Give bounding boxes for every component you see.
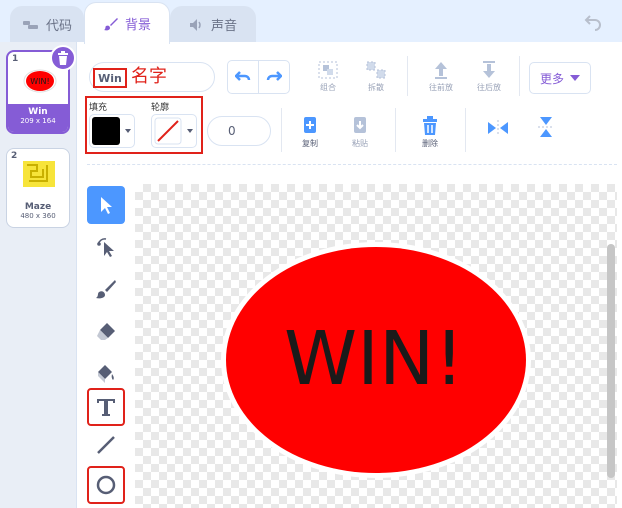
costume-size: 209 x 164 — [20, 117, 56, 125]
delete-costume-button[interactable] — [50, 45, 76, 71]
canvas-artwork: WIN! — [221, 242, 531, 478]
ungroup-button[interactable]: 拆散 — [361, 60, 391, 93]
outline-color-button[interactable] — [151, 114, 197, 148]
flip-vertical-icon — [538, 117, 554, 137]
costume-number: 1 — [12, 54, 19, 64]
flip-horizontal-button[interactable] — [485, 120, 511, 138]
tab-sounds[interactable]: 声音 — [170, 6, 256, 42]
no-color-swatch — [154, 117, 182, 145]
costume-item-maze[interactable]: 2 Maze 480 x 360 — [6, 148, 70, 228]
divider — [281, 108, 282, 152]
tab-backdrops-label: 背景 — [124, 18, 151, 33]
costume-label: Maze 480 x 360 — [7, 199, 69, 227]
divider — [395, 108, 396, 152]
drawing-canvas[interactable]: WIN! — [135, 184, 617, 508]
divider — [407, 56, 408, 96]
bucket-icon — [98, 365, 114, 383]
win-text[interactable]: WIN! — [284, 316, 464, 402]
fill-swatch — [92, 117, 120, 145]
eraser-icon — [97, 323, 115, 340]
group-icon — [318, 61, 338, 79]
ungroup-label: 拆散 — [368, 83, 384, 92]
costume-size: 480 x 360 — [20, 212, 56, 220]
arrow-down-icon — [483, 61, 495, 78]
name-annotation: 名字 — [131, 66, 167, 87]
pointer-icon — [101, 197, 112, 214]
ungroup-icon — [366, 61, 386, 79]
toolbar-divider — [87, 164, 617, 165]
brush-icon — [103, 17, 118, 30]
costume-list: 1 WIN! Win 209 x 164 2 Maze 480 x 360 — [0, 42, 76, 508]
fill-tool[interactable] — [87, 354, 125, 392]
trash-icon — [423, 116, 437, 135]
tab-backdrops[interactable]: 背景 — [84, 2, 170, 44]
select-tool[interactable] — [87, 186, 125, 224]
paste-icon — [354, 117, 366, 133]
group-button[interactable]: 组合 — [313, 60, 343, 93]
delete-button[interactable]: 删除 — [415, 116, 445, 149]
circle-tool[interactable] — [87, 466, 125, 504]
brush-tool[interactable] — [87, 270, 125, 308]
text-tool[interactable] — [87, 388, 125, 426]
costume-thumbnail: WIN! — [18, 66, 62, 96]
fill-color-button[interactable] — [89, 114, 135, 148]
costume-name-input[interactable]: Win — [93, 68, 127, 88]
trash-icon — [58, 51, 68, 65]
copy-icon — [304, 117, 316, 133]
line-icon — [97, 436, 115, 454]
caret-down-icon — [570, 75, 580, 81]
costume-name: Maze — [24, 202, 52, 212]
thumb-text: WIN! — [30, 77, 49, 86]
delete-label: 删除 — [422, 139, 438, 148]
paste-label: 粘贴 — [352, 139, 368, 148]
tab-code-label: 代码 — [45, 19, 72, 34]
undo-button[interactable] — [227, 60, 259, 94]
outline-label: 轮廓 — [151, 103, 170, 113]
backward-button[interactable]: 往后放 — [471, 60, 507, 93]
costume-thumbnail — [17, 159, 61, 189]
tab-code[interactable]: 代码 — [10, 6, 84, 42]
reshape-icon — [97, 238, 114, 257]
fill-label: 填充 — [89, 103, 108, 113]
costume-name: Win — [28, 107, 48, 117]
line-tool[interactable] — [87, 426, 125, 464]
divider — [519, 56, 520, 96]
speaker-icon — [189, 18, 201, 31]
caret-down-icon — [187, 129, 193, 133]
global-undo-button[interactable] — [584, 12, 604, 36]
redo-icon — [266, 71, 282, 81]
tab-sounds-label: 声音 — [210, 19, 237, 34]
undo-icon — [235, 71, 251, 81]
flip-horizontal-icon — [488, 120, 508, 136]
caret-down-icon — [125, 129, 131, 133]
redo-button[interactable] — [258, 60, 290, 94]
flip-vertical-button[interactable] — [533, 116, 559, 140]
code-icon — [22, 20, 38, 29]
eraser-tool[interactable] — [87, 312, 125, 350]
costume-label: Win 209 x 164 — [8, 104, 68, 132]
undo-icon — [584, 15, 601, 31]
brush-icon — [96, 280, 116, 299]
copy-label: 复制 — [302, 139, 318, 148]
outline-size-input[interactable]: 0 — [207, 116, 271, 146]
copy-button[interactable]: 复制 — [295, 116, 325, 149]
reshape-tool[interactable] — [87, 228, 125, 266]
arrow-up-icon — [435, 62, 447, 79]
circle-icon — [96, 475, 116, 495]
forward-button[interactable]: 往前放 — [423, 60, 459, 93]
divider — [465, 108, 466, 152]
paint-editor: Win 名字 组合 拆散 往前放 往后放 更多 填充 轮廓 0 复制 粘贴 删除… — [76, 42, 622, 508]
more-dropdown[interactable]: 更多 — [529, 62, 591, 94]
more-label: 更多 — [539, 71, 564, 86]
paste-button[interactable]: 粘贴 — [345, 116, 375, 149]
vertical-scrollbar[interactable] — [607, 244, 615, 478]
text-icon — [97, 399, 115, 416]
forward-label: 往前放 — [429, 83, 453, 92]
backward-label: 往后放 — [477, 83, 501, 92]
group-label: 组合 — [320, 83, 336, 92]
